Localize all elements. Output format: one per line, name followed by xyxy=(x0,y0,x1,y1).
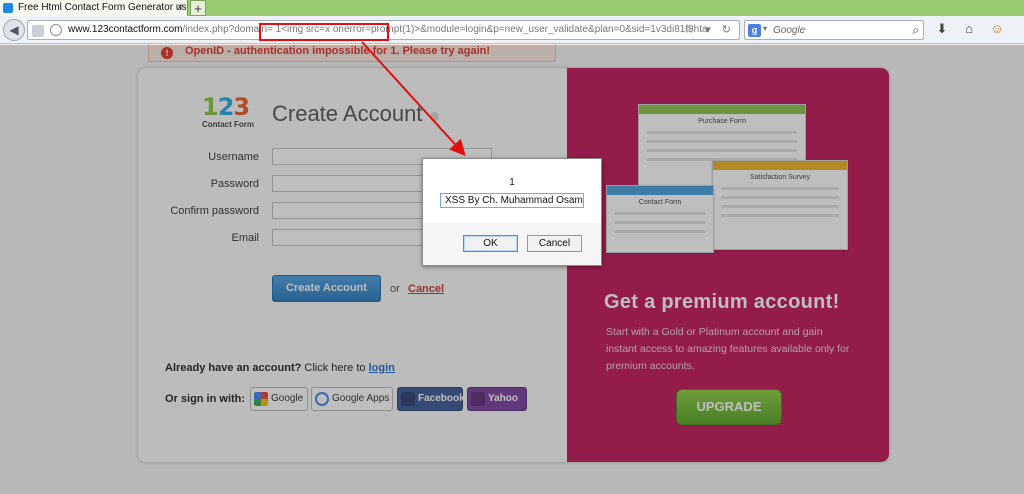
dialog-message: 1 xyxy=(509,177,515,188)
tab-close-icon[interactable]: × xyxy=(177,0,183,16)
dialog-body xyxy=(423,159,601,223)
tab-title: Free Html Contact Form Generator usin... xyxy=(18,2,188,13)
globe-icon xyxy=(50,24,62,36)
navigation-bar: ◀ www.123contactform.com/index.php?domai… xyxy=(0,16,1024,44)
new-tab-button[interactable]: + xyxy=(190,0,206,16)
site-identity-icon[interactable] xyxy=(32,25,44,37)
back-button[interactable]: ◀ xyxy=(3,19,25,41)
search-placeholder: Google xyxy=(773,25,806,36)
highlight-box xyxy=(259,23,389,41)
prompt-input[interactable]: XSS By Ch. Muhammad Osama xyxy=(440,193,584,208)
bookmark-reload-icons[interactable]: ☆ ▾ ↻ xyxy=(684,23,735,36)
search-box[interactable]: g ▾ Google ⌕ xyxy=(744,20,924,40)
ok-button[interactable]: OK xyxy=(463,235,518,252)
search-icon[interactable]: ⌕ xyxy=(912,23,919,38)
favicon-icon xyxy=(3,3,13,13)
cancel-button[interactable]: Cancel xyxy=(527,235,582,252)
addon-icon[interactable]: ☺ xyxy=(988,20,1006,38)
search-engine-icon[interactable]: g xyxy=(748,24,761,37)
modal-overlay xyxy=(0,45,1024,494)
browser-tab[interactable]: Free Html Contact Form Generator usin...… xyxy=(0,0,188,16)
downloads-icon[interactable]: ⬇ xyxy=(933,20,951,38)
tab-strip: Free Html Contact Form Generator usin...… xyxy=(0,0,1024,16)
search-engine-dropdown-icon[interactable]: ▾ xyxy=(763,24,767,33)
url-host: www.123contactform.com xyxy=(68,24,183,35)
prompt-dialog: 1 XSS By Ch. Muhammad Osama OK Cancel xyxy=(422,158,602,266)
home-icon[interactable]: ⌂ xyxy=(960,20,978,38)
